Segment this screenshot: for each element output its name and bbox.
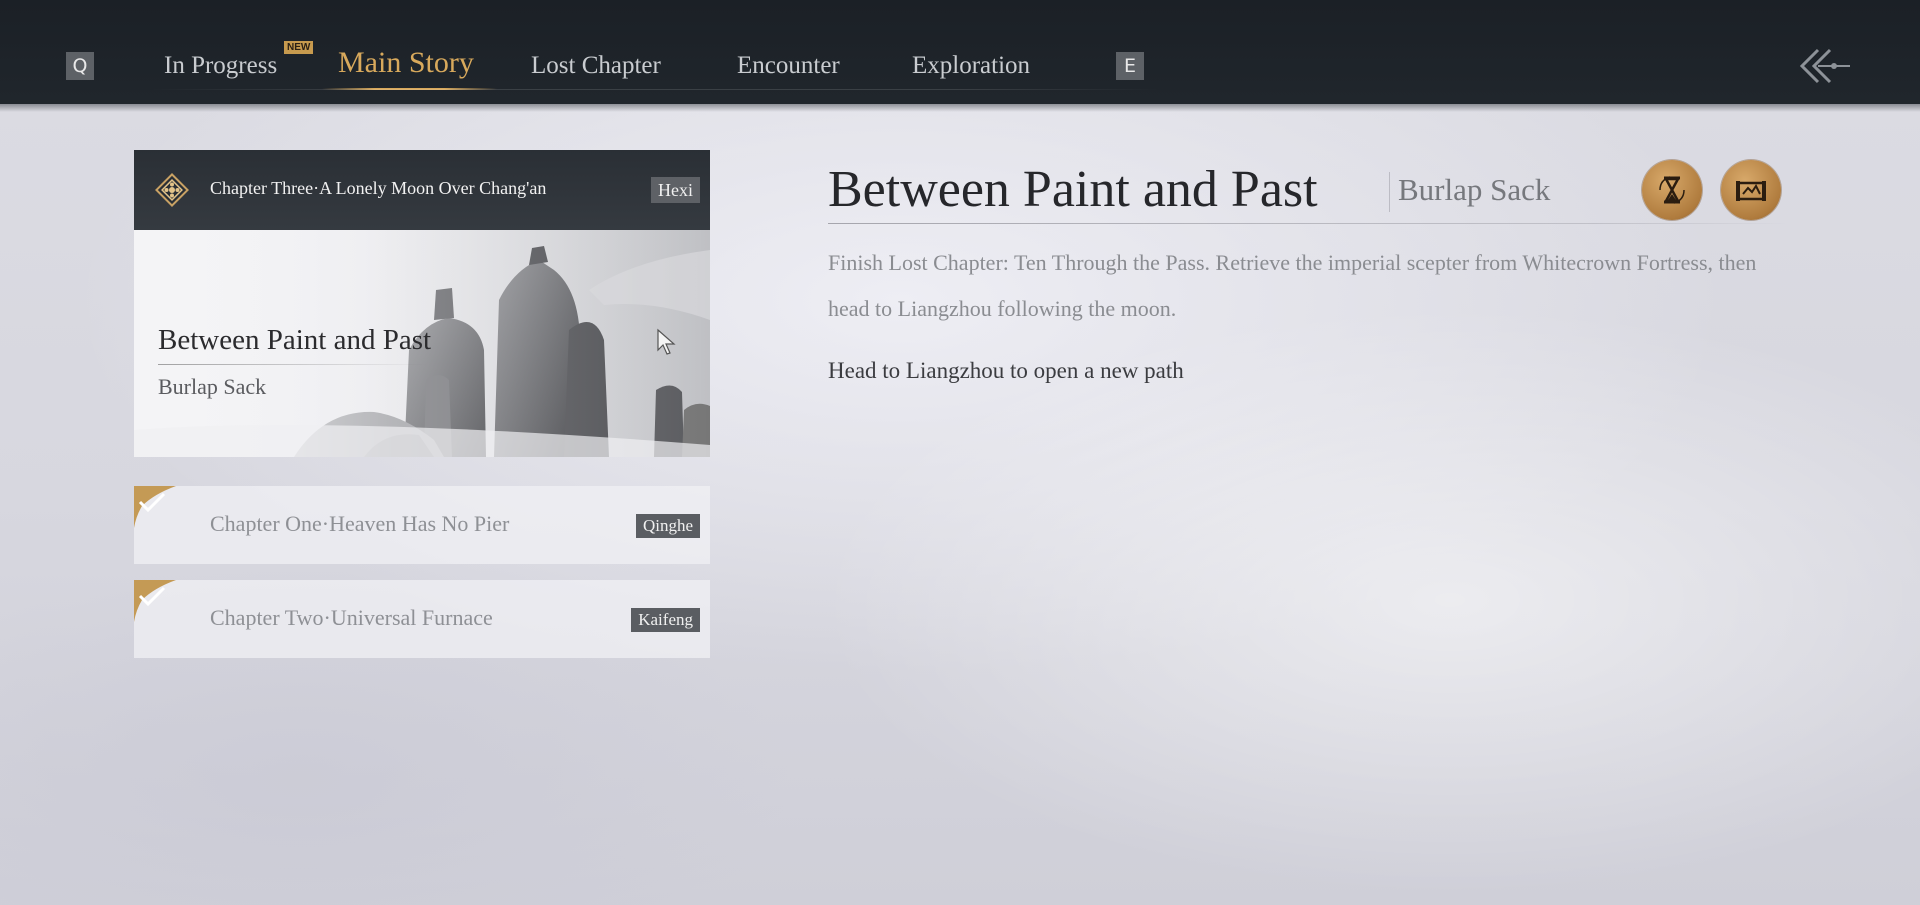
region-tag: Kaifeng [631,608,700,632]
quest-title: Between Paint and Past [828,161,1318,218]
tab-exploration[interactable]: Exploration [912,46,1030,86]
mouse-cursor-icon [657,328,676,355]
reward-hourglass-button[interactable] [1642,160,1702,220]
title-divider [828,223,1788,224]
chapter-row-label: Chapter One·Heaven Has No Pier [210,511,510,536]
nav-divider [150,89,1160,90]
featured-quest-title: Between Paint and Past [158,324,432,356]
region-tag: Hexi [651,177,700,203]
chapter-row-one[interactable]: Chapter One·Heaven Has No Pier Qinghe [134,486,710,564]
featured-quest-subtitle: Burlap Sack [158,374,267,399]
tab-main-story[interactable]: Main Story [338,43,474,83]
e-key-hint[interactable]: E [1116,52,1144,80]
title-separator [1389,172,1390,212]
quest-subtitle: Burlap Sack [1398,172,1551,207]
card-header: Chapter Three·A Lonely Moon Over Chang'a… [134,150,710,230]
reward-map-button[interactable] [1721,160,1781,220]
completed-check-icon [134,580,176,622]
tab-in-progress[interactable]: In Progress [164,46,277,86]
back-button[interactable] [1796,44,1852,88]
featured-chapter-name: Chapter Three·A Lonely Moon Over Chang'a… [210,178,547,198]
completed-check-icon [134,486,176,528]
top-navigation-bar: Q In Progress NEW Main Story Lost Chapte… [0,0,1920,112]
new-badge: NEW [284,41,314,54]
tab-lost-chapter[interactable]: Lost Chapter [531,46,661,86]
quest-objective: Head to Liangzhou to open a new path [828,358,1184,383]
q-key-hint[interactable]: Q [66,52,94,80]
quest-description: Finish Lost Chapter: Ten Through the Pas… [828,250,1757,321]
chapter-row-two[interactable]: Chapter Two·Universal Furnace Kaifeng [134,580,710,658]
featured-chapter-card[interactable]: Chapter Three·A Lonely Moon Over Chang'a… [134,150,710,457]
hourglass-icon [1659,176,1685,204]
back-arrow-icon [1799,48,1850,84]
region-tag: Qinghe [635,514,700,538]
title-underline [158,364,428,365]
chapter-row-label: Chapter Two·Universal Furnace [210,605,493,630]
chapter-emblem-icon [155,173,189,207]
tab-encounter[interactable]: Encounter [737,46,840,86]
map-scroll-icon [1736,181,1766,201]
